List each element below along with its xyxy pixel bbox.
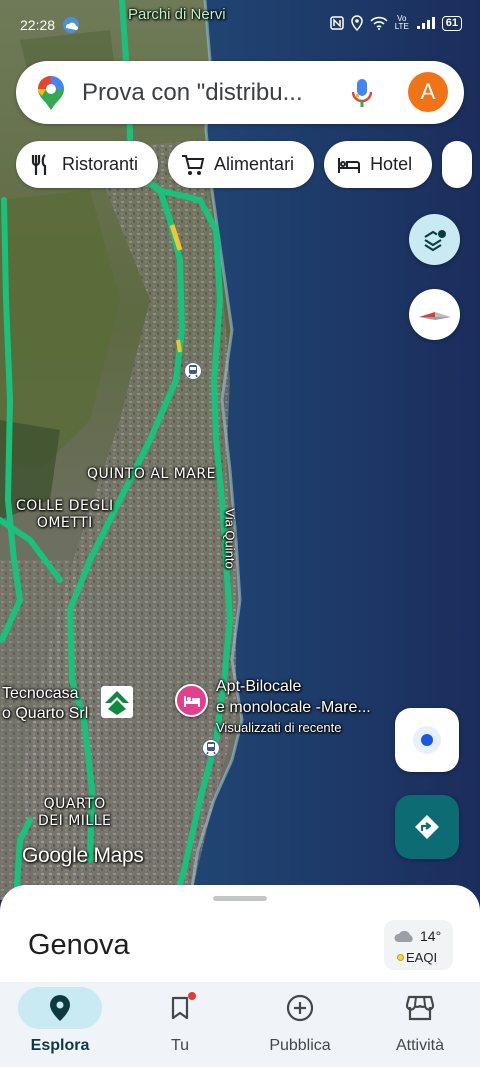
weather-temperature: 14° xyxy=(420,928,442,944)
nav-contribute-pill xyxy=(258,987,342,1029)
map-label-via-quinto[interactable]: Via Quinto xyxy=(222,508,239,568)
apt-line1: Apt-Bilocale xyxy=(216,678,302,695)
nfc-icon xyxy=(330,16,344,30)
map-label-recently-viewed: Visualizzati di recente xyxy=(216,720,342,735)
my-location-button[interactable] xyxy=(395,708,459,772)
notification-dot xyxy=(188,992,196,1000)
shopping-cart-icon xyxy=(180,153,206,177)
map-label-colle-line2: OMETTI xyxy=(36,515,93,531)
status-bar: 22:28 Vo LTE 61 xyxy=(0,0,480,50)
weather-cloud-icon xyxy=(63,17,79,33)
map-label-tecnocasa[interactable]: Tecnocasa o Quarto Srl xyxy=(2,684,88,724)
tecnocasa-logo-icon[interactable] xyxy=(101,686,133,718)
signal-bars-icon xyxy=(416,17,435,29)
nav-explore[interactable]: Esplora xyxy=(0,982,120,1067)
map-label-colle-line1: COLLE DEGLI xyxy=(16,498,114,514)
tecnocasa-line2: o Quarto Srl xyxy=(2,705,89,722)
bookmark-icon xyxy=(171,996,189,1020)
location-icon xyxy=(350,15,363,31)
drag-handle[interactable] xyxy=(213,896,267,901)
add-circle-icon xyxy=(286,994,314,1022)
nav-contribute[interactable]: Pubblica xyxy=(240,982,360,1067)
map-label-quarto-dei-mille[interactable]: QUARTO DEI MILLE xyxy=(38,796,111,830)
hotel-bed-icon xyxy=(336,153,362,177)
train-station-icon[interactable] xyxy=(184,362,202,380)
nav-label: Attività xyxy=(395,1037,444,1054)
chip-label: Ristoranti xyxy=(62,154,139,174)
search-input[interactable]: Prova con "distribu... xyxy=(82,79,303,107)
compass-button[interactable] xyxy=(409,289,460,340)
directions-button[interactable] xyxy=(395,795,459,859)
nav-label: Esplora xyxy=(30,1037,90,1054)
google-maps-pin-icon xyxy=(38,76,64,110)
place-title: Genova xyxy=(28,929,130,961)
chip-label: Hotel xyxy=(370,154,413,174)
nav-label: Tu xyxy=(170,1037,190,1054)
map-label-apt-bilocale[interactable]: Apt-Bilocale e monolocale -Mare... xyxy=(216,676,371,718)
nav-you-pill xyxy=(138,987,222,1029)
weather-aqi: EAQI xyxy=(406,950,438,965)
nav-activity[interactable]: Attività xyxy=(360,982,480,1067)
map-label-quarto-line1: QUARTO xyxy=(43,796,106,812)
apt-line2: e monolocale -Mare... xyxy=(216,699,371,716)
hotel-pin-icon[interactable] xyxy=(175,684,208,717)
account-avatar[interactable]: A xyxy=(408,72,448,112)
category-chips: Ristoranti Alimentari Hotel xyxy=(16,141,473,189)
chip-groceries[interactable]: Alimentari xyxy=(168,141,315,188)
chip-more[interactable] xyxy=(442,141,473,188)
chip-restaurants[interactable]: Ristoranti xyxy=(16,141,159,188)
cloud-icon xyxy=(394,930,413,942)
chip-hotels[interactable]: Hotel xyxy=(324,141,433,188)
bottom-navigation: Esplora Tu Pubblica Attività xyxy=(0,982,480,1067)
map-label-quinto-al-mare[interactable]: QUINTO AL MARE xyxy=(87,466,216,483)
storefront-icon xyxy=(406,995,434,1021)
directions-icon xyxy=(415,815,439,839)
my-location-icon xyxy=(413,726,441,754)
map-label-colle-degli-ometti[interactable]: COLLE DEGLI OMETTI xyxy=(16,498,114,532)
weather-badge[interactable]: 14° EAQI xyxy=(384,920,453,970)
tecnocasa-line1: Tecnocasa xyxy=(2,685,79,702)
chip-label: Alimentari xyxy=(214,154,295,174)
status-icons: Vo LTE 61 xyxy=(330,15,462,31)
nav-activity-pill xyxy=(378,987,462,1029)
layers-button[interactable] xyxy=(409,214,460,265)
volte-label: Vo LTE xyxy=(394,14,409,31)
nav-you[interactable]: Tu xyxy=(120,982,240,1067)
compass-icon xyxy=(418,311,451,320)
status-time: 22:28 xyxy=(20,17,56,33)
aqi-indicator-icon xyxy=(397,954,404,961)
explore-pin-icon xyxy=(50,995,70,1021)
nav-label: Pubblica xyxy=(269,1037,331,1054)
train-station-icon[interactable] xyxy=(202,739,220,757)
nav-explore-pill xyxy=(18,987,102,1029)
microphone-icon[interactable] xyxy=(352,78,372,108)
restaurant-icon xyxy=(28,153,54,177)
layers-icon xyxy=(423,229,446,251)
map-label-quarto-line2: DEI MILLE xyxy=(38,813,112,829)
wifi-icon xyxy=(370,16,388,30)
google-maps-watermark: Google Maps xyxy=(22,844,144,867)
search-bar[interactable]: Prova con "distribu... A xyxy=(16,61,464,124)
battery-level: 61 xyxy=(441,15,462,31)
